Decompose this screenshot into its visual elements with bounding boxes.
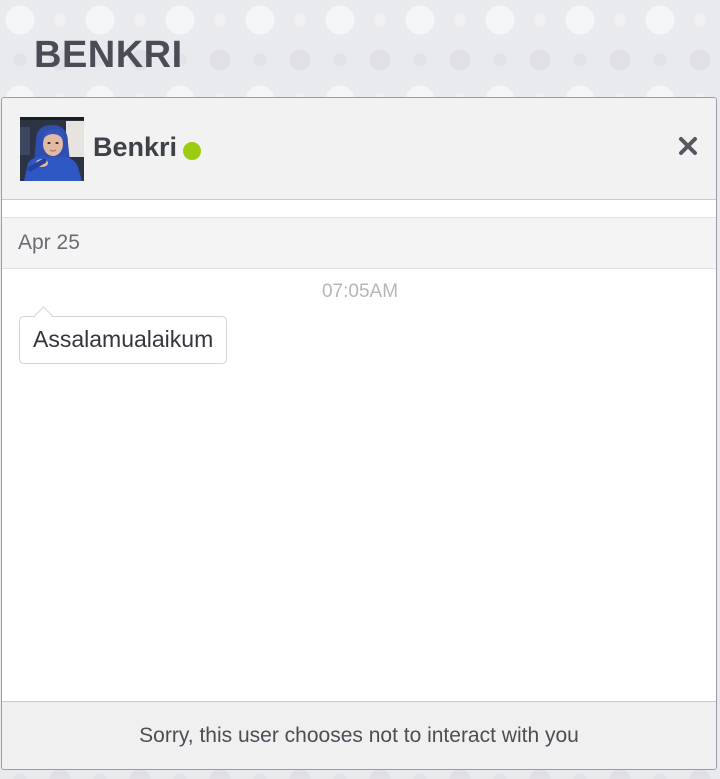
bubble-tail bbox=[34, 306, 53, 325]
avatar-photo bbox=[20, 117, 84, 181]
page-title: BENKRI bbox=[34, 34, 183, 76]
online-status-indicator bbox=[183, 142, 201, 160]
message-text: Assalamualaikum bbox=[33, 326, 214, 352]
date-separator: Apr 25 bbox=[2, 217, 716, 269]
chat-footer: Sorry, this user chooses not to interact… bbox=[2, 701, 716, 769]
avatar[interactable] bbox=[20, 117, 84, 181]
message-timestamp: 07:05AM bbox=[321, 281, 399, 302]
message-bubble[interactable]: Assalamualaikum bbox=[19, 306, 228, 364]
close-icon bbox=[679, 137, 697, 155]
interaction-notice: Sorry, this user chooses not to interact… bbox=[139, 723, 579, 747]
chat-window: Benkri Apr 25 07:05AM Assalamualaikum So… bbox=[1, 97, 717, 770]
chat-header: Benkri bbox=[2, 98, 716, 200]
date-label: Apr 25 bbox=[18, 231, 80, 254]
contact-name[interactable]: Benkri bbox=[93, 132, 177, 163]
close-button[interactable] bbox=[670, 128, 706, 164]
